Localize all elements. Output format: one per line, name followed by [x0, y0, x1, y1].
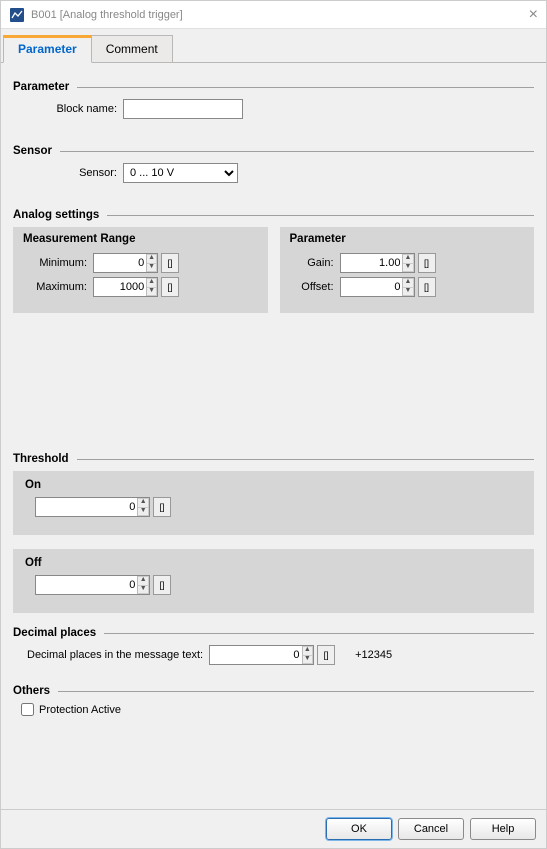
- protection-checkbox[interactable]: [21, 703, 34, 716]
- panel-threshold-on: On ▲▼ []: [13, 471, 534, 535]
- threshold-off-title: Off: [25, 557, 522, 569]
- gain-label: Gain:: [290, 257, 340, 269]
- threshold-on-spinner[interactable]: ▲▼: [137, 498, 149, 516]
- offset-ref-button[interactable]: []: [418, 277, 436, 297]
- gain-ref-button[interactable]: []: [418, 253, 436, 273]
- window-title: B001 [Analog threshold trigger]: [31, 9, 183, 21]
- close-icon[interactable]: ×: [529, 6, 538, 24]
- threshold-on-input[interactable]: [36, 498, 137, 516]
- sensor-select[interactable]: 0 ... 10 V: [123, 163, 238, 183]
- section-decimal-label: Decimal places: [13, 627, 96, 639]
- panel-measurement-range-title: Measurement Range: [23, 233, 258, 245]
- block-name-label: Block name:: [43, 103, 123, 115]
- section-parameter-label: Parameter: [13, 81, 69, 93]
- decimal-input[interactable]: [210, 646, 301, 664]
- panel-gain-offset: Parameter Gain: ▲▼ [] Offset: ▲▼ []: [280, 227, 535, 313]
- tab-content: Parameter Block name: Sensor Sensor: 0 .…: [1, 63, 546, 809]
- sensor-label: Sensor:: [43, 167, 123, 179]
- help-button[interactable]: Help: [470, 818, 536, 840]
- decimal-label: Decimal places in the message text:: [27, 649, 209, 661]
- section-sensor-label: Sensor: [13, 145, 52, 157]
- gain-spinner[interactable]: ▲▼: [402, 254, 413, 272]
- threshold-off-spinner[interactable]: ▲▼: [137, 576, 149, 594]
- tab-parameter[interactable]: Parameter: [3, 35, 92, 63]
- cancel-button[interactable]: Cancel: [398, 818, 464, 840]
- section-parameter: Parameter: [13, 81, 534, 93]
- section-sensor: Sensor: [13, 145, 534, 157]
- section-decimal: Decimal places: [13, 627, 534, 639]
- maximum-ref-button[interactable]: []: [161, 277, 179, 297]
- section-others: Others: [13, 685, 534, 697]
- section-analog-label: Analog settings: [13, 209, 99, 221]
- maximum-label: Maximum:: [23, 281, 93, 293]
- app-icon: [9, 7, 25, 23]
- gain-input[interactable]: [341, 254, 403, 272]
- panel-measurement-range: Measurement Range Minimum: ▲▼ [] Maximum…: [13, 227, 268, 313]
- section-threshold: Threshold: [13, 453, 534, 465]
- threshold-off-ref-button[interactable]: []: [153, 575, 171, 595]
- threshold-on-ref-button[interactable]: []: [153, 497, 171, 517]
- section-analog: Analog settings: [13, 209, 534, 221]
- threshold-off-input[interactable]: [36, 576, 137, 594]
- minimum-ref-button[interactable]: []: [161, 253, 179, 273]
- decimal-example: +12345: [355, 649, 392, 661]
- titlebar: B001 [Analog threshold trigger] ×: [1, 1, 546, 29]
- footer: OK Cancel Help: [1, 809, 546, 848]
- ok-button[interactable]: OK: [326, 818, 392, 840]
- minimum-input[interactable]: [94, 254, 146, 272]
- offset-label: Offset:: [290, 281, 340, 293]
- offset-spinner[interactable]: ▲▼: [402, 278, 413, 296]
- decimal-ref-button[interactable]: []: [317, 645, 335, 665]
- threshold-on-title: On: [25, 479, 522, 491]
- minimum-label: Minimum:: [23, 257, 93, 269]
- panel-threshold-off: Off ▲▼ []: [13, 549, 534, 613]
- block-name-input[interactable]: [123, 99, 243, 119]
- minimum-spinner[interactable]: ▲▼: [146, 254, 157, 272]
- offset-input[interactable]: [341, 278, 403, 296]
- section-others-label: Others: [13, 685, 50, 697]
- decimal-spinner[interactable]: ▲▼: [302, 646, 314, 664]
- protection-label: Protection Active: [39, 704, 121, 716]
- tabs: Parameter Comment: [1, 29, 546, 63]
- maximum-input[interactable]: [94, 278, 146, 296]
- maximum-spinner[interactable]: ▲▼: [146, 278, 157, 296]
- tab-comment[interactable]: Comment: [91, 35, 173, 63]
- section-threshold-label: Threshold: [13, 453, 69, 465]
- panel-gain-offset-title: Parameter: [290, 233, 525, 245]
